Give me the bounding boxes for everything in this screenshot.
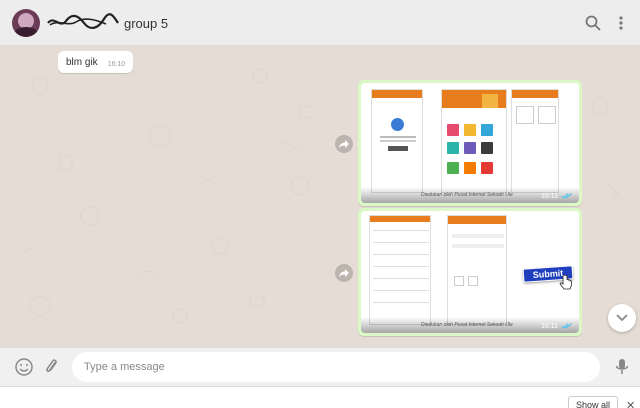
incoming-message[interactable]: blm gik 16:10	[58, 51, 134, 73]
screenshot-panel	[511, 89, 559, 193]
show-all-button[interactable]: Show all	[568, 396, 618, 408]
paperclip-icon[interactable]	[42, 357, 62, 377]
message-time: 16:10	[107, 61, 126, 68]
message-text: blm gik	[66, 57, 98, 68]
double-check-icon	[561, 193, 572, 199]
double-check-icon	[561, 323, 572, 329]
image-thumbnail[interactable]: Diedukan oleh Pusat Internet Sekoah Ule …	[361, 83, 579, 203]
chevron-down-icon	[616, 314, 628, 322]
image-time: 16:11	[541, 322, 558, 330]
image-caption: Diedukan oleh Pusat Internet Sekoah Ule	[421, 322, 513, 328]
image-caption: Diedukan oleh Pusat Internet Sekoah Ule	[421, 192, 513, 198]
screenshot-panel	[441, 89, 507, 193]
hand-cursor-icon	[559, 275, 572, 290]
forward-button[interactable]	[335, 264, 353, 282]
chat-title-text: group 5	[124, 16, 169, 31]
screenshot-panel	[369, 215, 431, 325]
forward-button[interactable]	[335, 135, 353, 153]
image-thumbnail[interactable]: Submit Diedukan oleh Pusat Internet Seko…	[361, 211, 579, 333]
redaction-scribble	[47, 13, 119, 29]
downloads-bar: Show all ✕	[0, 386, 640, 408]
image-time: 16:11	[541, 192, 558, 200]
scroll-to-bottom-button[interactable]	[608, 304, 636, 332]
forward-icon	[339, 140, 349, 149]
composer	[0, 348, 640, 386]
screenshot-panel	[371, 89, 423, 193]
image-message[interactable]: Diedukan oleh Pusat Internet Sekoah Ule …	[358, 80, 582, 206]
chat-header: group 5	[0, 0, 640, 46]
screenshot-panel	[447, 215, 507, 325]
message-list[interactable]: blm gik 16:10 Diedukan oleh Pusat Intern…	[0, 46, 640, 348]
more-options-icon[interactable]	[612, 14, 630, 32]
emoji-icon[interactable]	[14, 357, 34, 377]
microphone-icon[interactable]	[612, 357, 632, 377]
message-input[interactable]	[72, 352, 600, 382]
forward-icon	[339, 269, 349, 278]
close-icon[interactable]: ✕	[626, 399, 635, 408]
search-icon[interactable]	[584, 14, 602, 32]
chat-title[interactable]: group 5	[47, 13, 169, 31]
image-message[interactable]: Submit Diedukan oleh Pusat Internet Seko…	[358, 208, 582, 336]
group-avatar[interactable]	[12, 9, 40, 37]
